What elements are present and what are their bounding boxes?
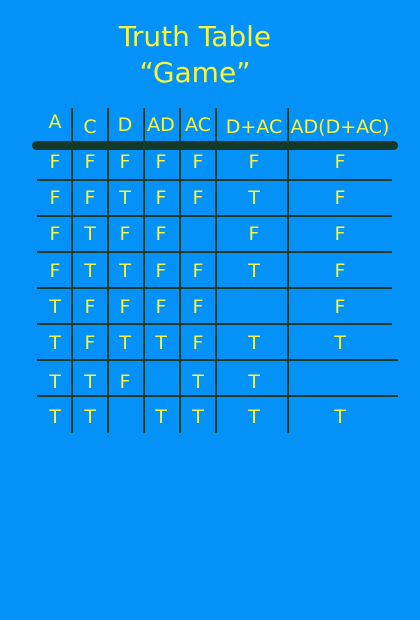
column-header-4: AD	[147, 114, 175, 136]
table-cell: F	[119, 223, 131, 245]
table-cell: T	[84, 406, 96, 428]
table-cell: T	[334, 406, 346, 428]
table-cell: T	[119, 260, 131, 282]
table-cell: F	[192, 296, 204, 318]
table-cell: F	[334, 187, 346, 209]
column-header-2: C	[83, 116, 97, 138]
table-cell: T	[192, 406, 204, 428]
table-cell: T	[84, 260, 96, 282]
table-cell: T	[119, 332, 131, 354]
table-cell: T	[155, 406, 167, 428]
table-cell: T	[248, 260, 260, 282]
table-cell: T	[84, 371, 96, 393]
table-cell: T	[49, 332, 61, 354]
table-cell: T	[84, 223, 96, 245]
table-cell: T	[49, 406, 61, 428]
table-cell: T	[192, 371, 204, 393]
table-cell: T	[49, 371, 61, 393]
table-cell: T	[334, 332, 346, 354]
table-cell: F	[119, 151, 131, 173]
table-cell: F	[119, 296, 131, 318]
row-divider	[37, 323, 392, 325]
column-header-7: AD(D+AC)	[290, 116, 390, 138]
table-cell: T	[248, 406, 260, 428]
table-cell: F	[155, 151, 167, 173]
table-cell: F	[84, 151, 96, 173]
table-cell: F	[248, 151, 260, 173]
table-cell: F	[49, 151, 61, 173]
row-divider	[37, 287, 392, 289]
table-cell: T	[119, 187, 131, 209]
title-line-2: “Game”	[139, 56, 251, 89]
table-cell: F	[334, 223, 346, 245]
title-line-1: Truth Table	[118, 20, 272, 53]
table-cell: F	[192, 187, 204, 209]
table-cell: F	[155, 296, 167, 318]
table-cell: F	[334, 151, 346, 173]
column-header-6: D+AC	[225, 116, 283, 138]
row-divider	[37, 395, 398, 397]
table-cell: F	[84, 296, 96, 318]
table-cell: T	[248, 187, 260, 209]
column-header-5: AC	[185, 114, 211, 136]
table-cell: F	[155, 260, 167, 282]
table-cell: T	[49, 296, 61, 318]
table-cell: F	[334, 296, 346, 318]
table-cell: F	[119, 371, 131, 393]
table-cell: F	[49, 260, 61, 282]
table-cell: F	[192, 260, 204, 282]
table-cell: F	[155, 187, 167, 209]
table-cell: T	[248, 332, 260, 354]
row-divider	[37, 359, 398, 361]
table-cell: F	[84, 187, 96, 209]
table-cell: F	[49, 223, 61, 245]
row-divider	[37, 251, 392, 253]
table-cell: F	[192, 151, 204, 173]
column-header-1: A	[48, 111, 62, 133]
table-cell: F	[248, 223, 260, 245]
row-divider	[37, 215, 392, 217]
column-header-3: D	[117, 114, 133, 136]
table-cell: F	[334, 260, 346, 282]
table-cell: F	[155, 223, 167, 245]
table-cell: T	[155, 332, 167, 354]
table-cell: F	[192, 332, 204, 354]
table-cell: F	[84, 332, 96, 354]
row-divider	[37, 179, 392, 181]
table-cell: T	[248, 371, 260, 393]
table-cell: F	[49, 187, 61, 209]
